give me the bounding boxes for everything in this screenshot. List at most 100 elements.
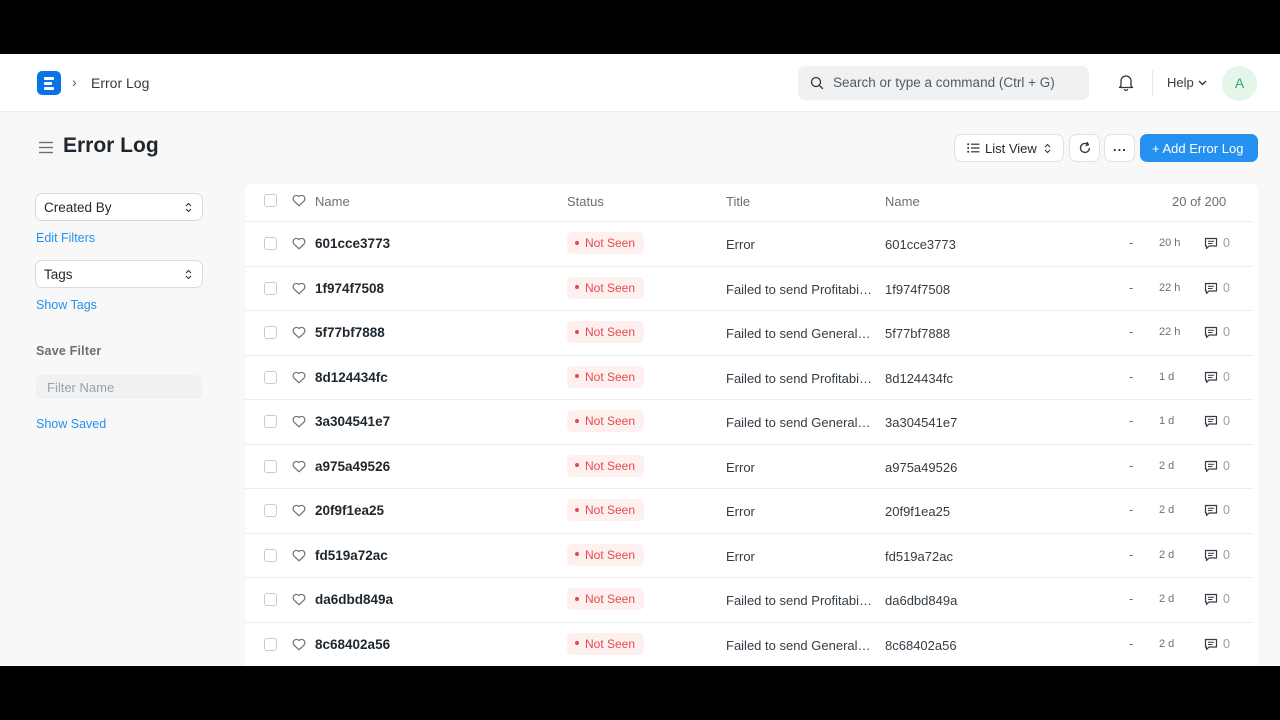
created-by-select[interactable]: Created By	[35, 193, 203, 221]
row-name-link[interactable]: 8c68402a56	[315, 637, 390, 652]
row-checkbox[interactable]	[264, 370, 277, 384]
frappe-logo-icon[interactable]	[37, 71, 61, 95]
edit-filters-link[interactable]: Edit Filters	[36, 231, 95, 245]
row-name-link[interactable]: 20f9f1ea25	[315, 503, 384, 518]
heart-icon[interactable]	[292, 326, 306, 339]
status-label: Not Seen	[585, 369, 636, 384]
comment-icon[interactable]	[1204, 237, 1218, 250]
row-checkbox[interactable]	[264, 504, 277, 517]
table-row[interactable]: da6dbd849a Not Seen Failed to send Profita…	[245, 577, 1253, 622]
table-row[interactable]: fd519a72ac Not Seen Error fd519a72ac - 2 d 0	[245, 532, 1253, 578]
row-checkbox[interactable]	[264, 593, 277, 606]
status-label: Not Seen	[585, 414, 636, 428]
heart-icon[interactable]	[292, 237, 306, 250]
row-dash: -	[1129, 235, 1134, 250]
row-name-link[interactable]: 5f77bf7888	[315, 325, 385, 340]
status-badge[interactable]: Not Seen	[567, 232, 645, 254]
heart-icon[interactable]	[292, 194, 306, 207]
status-badge[interactable]: Not Seen	[567, 276, 645, 299]
heart-icon[interactable]	[292, 549, 306, 562]
heart-icon[interactable]	[292, 371, 306, 384]
heart-icon[interactable]	[292, 415, 306, 428]
table-row[interactable]: 8d124434fc Not Seen Failed to send Profita…	[245, 354, 1253, 400]
row-dash: -	[1129, 413, 1134, 428]
row-title: Failed to send Profitability Report	[726, 593, 872, 608]
status-dot	[575, 596, 579, 601]
row-name-link[interactable]: fd519a72ac	[315, 548, 388, 563]
comment-icon[interactable]	[1204, 504, 1218, 517]
row-dash: -	[1129, 635, 1134, 651]
sort-icon	[185, 202, 192, 213]
heart-icon[interactable]	[292, 593, 306, 606]
row-checkbox[interactable]	[264, 415, 277, 428]
comment-icon[interactable]	[1204, 638, 1218, 651]
more-actions-button[interactable]: ...	[1104, 134, 1135, 162]
table-row[interactable]: 601cce3773 Not Seen Error 601cce3773 - 20 h 0	[245, 221, 1253, 266]
help-dropdown[interactable]: Help	[1167, 75, 1207, 90]
row-checkbox[interactable]	[264, 459, 277, 473]
row-name-link[interactable]: da6dbd849a	[315, 592, 393, 607]
breadcrumb[interactable]: Error Log	[91, 75, 149, 91]
column-header-name[interactable]: Name	[315, 194, 350, 209]
status-badge[interactable]: Not Seen	[567, 499, 645, 521]
comment-icon[interactable]	[1204, 549, 1218, 562]
status-badge[interactable]: Not Seen	[567, 632, 645, 655]
row-checkbox[interactable]	[264, 326, 277, 339]
comment-icon[interactable]	[1204, 460, 1218, 473]
select-all-checkbox[interactable]	[264, 194, 277, 207]
list-view-button[interactable]: List View	[954, 134, 1064, 162]
row-name-link[interactable]: 601cce3773	[315, 236, 390, 251]
heart-icon[interactable]	[292, 460, 306, 473]
row-checkbox[interactable]	[264, 281, 277, 295]
row-checkbox[interactable]	[264, 237, 277, 250]
heart-icon[interactable]	[292, 638, 306, 651]
comment-count: 0	[1223, 636, 1230, 651]
search-bar[interactable]: Search or type a command (Ctrl + G)	[798, 66, 1089, 100]
table-row[interactable]: 5f77bf7888 Not Seen Failed to send General…	[245, 310, 1253, 355]
search-placeholder: Search or type a command (Ctrl + G)	[833, 75, 1055, 90]
heart-icon[interactable]	[292, 282, 306, 295]
row-name: 3a304541e7	[885, 415, 958, 430]
refresh-button[interactable]	[1069, 134, 1100, 162]
table-row[interactable]: a975a49526 Not Seen Error a975a49526 - 2 d 0	[245, 443, 1253, 489]
status-badge[interactable]: Not Seen	[567, 588, 645, 610]
status-badge[interactable]: Not Seen	[567, 365, 645, 388]
tags-select[interactable]: Tags	[35, 260, 203, 288]
status-badge[interactable]: Not Seen	[567, 321, 645, 343]
row-checkbox[interactable]	[264, 637, 277, 651]
row-name-link[interactable]: 8d124434fc	[315, 370, 388, 385]
status-badge[interactable]: Not Seen	[567, 543, 645, 566]
column-header-status[interactable]: Status	[567, 194, 604, 209]
column-header-title[interactable]: Title	[726, 194, 750, 209]
row-name-link[interactable]: a975a49526	[315, 459, 390, 474]
row-modified-time: 2 d	[1159, 548, 1175, 561]
status-label: Not Seen	[585, 280, 636, 295]
status-badge[interactable]: Not Seen	[567, 410, 645, 432]
avatar[interactable]: A	[1222, 66, 1257, 101]
status-label: Not Seen	[585, 325, 636, 339]
comment-icon[interactable]	[1204, 282, 1218, 295]
filter-name-input[interactable]	[36, 375, 202, 399]
show-tags-link[interactable]: Show Tags	[36, 298, 97, 312]
comment-icon[interactable]	[1204, 326, 1218, 339]
row-checkbox[interactable]	[264, 548, 277, 562]
add-error-log-button[interactable]: + Add Error Log	[1140, 134, 1258, 162]
bell-icon[interactable]	[1117, 73, 1135, 92]
heart-icon[interactable]	[292, 504, 306, 517]
row-name-link[interactable]: 1f974f7508	[315, 281, 384, 296]
show-saved-link[interactable]: Show Saved	[36, 417, 106, 431]
comment-icon[interactable]	[1204, 415, 1218, 428]
column-header-name-2[interactable]: Name	[885, 194, 920, 209]
table-row[interactable]: 8c68402a56 Not Seen Failed to send General…	[245, 621, 1253, 667]
menu-icon[interactable]	[38, 141, 54, 154]
comment-icon[interactable]	[1204, 593, 1218, 606]
status-label: Not Seen	[585, 547, 636, 562]
table-row[interactable]: 1f974f7508 Not Seen Failed to send Profita…	[245, 265, 1253, 311]
status-dot	[575, 507, 579, 512]
row-title: Error	[726, 504, 755, 519]
table-row[interactable]: 3a304541e7 Not Seen Failed to send General…	[245, 399, 1253, 444]
comment-icon[interactable]	[1204, 371, 1218, 384]
row-name-link[interactable]: 3a304541e7	[315, 414, 390, 429]
table-row[interactable]: 20f9f1ea25 Not Seen Error 20f9f1ea25 - 2 d 0	[245, 488, 1253, 533]
status-badge[interactable]: Not Seen	[567, 454, 645, 477]
